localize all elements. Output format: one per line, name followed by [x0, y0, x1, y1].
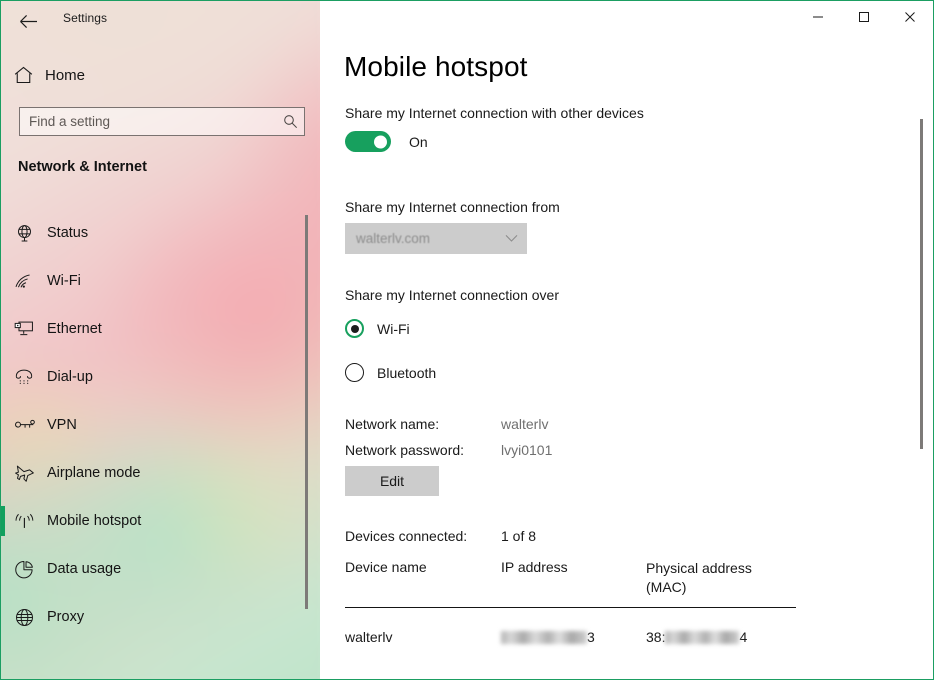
cell-physical-address: 38: 4 — [646, 629, 747, 645]
airplane-icon — [1, 464, 47, 483]
share-from-label: Share my Internet connection from — [345, 199, 560, 215]
sidebar-scrollbar[interactable] — [305, 215, 308, 609]
selection-indicator — [1, 506, 5, 536]
dialup-phone-icon — [1, 368, 47, 386]
radio-button-selected — [345, 319, 364, 338]
pie-chart-icon — [1, 560, 47, 579]
sidebar-item-status-label: Status — [47, 225, 89, 241]
back-arrow-icon[interactable] — [13, 7, 43, 35]
devices-table: Device name IP address Physical address … — [345, 559, 796, 661]
toggle-thumb — [374, 135, 387, 148]
network-password-value: lvyi0101 — [501, 442, 553, 458]
edit-button[interactable]: Edit — [345, 466, 439, 496]
share-connection-toggle[interactable] — [345, 131, 391, 152]
sidebar-item-home-label: Home — [45, 66, 86, 84]
cell-ip-suffix: 3 — [587, 629, 595, 645]
maximize-button[interactable] — [841, 1, 887, 32]
network-name-key: Network name: — [345, 416, 440, 432]
sidebar-item-dialup-label: Dial-up — [47, 369, 93, 385]
network-name-row: Network name: walterlv — [345, 416, 548, 432]
radio-option-wifi-label: Wi-Fi — [377, 320, 410, 337]
redacted-mac-icon — [665, 630, 740, 644]
app-title: Settings — [63, 11, 108, 25]
window-controls — [795, 1, 933, 33]
cell-device-name: walterlv — [345, 629, 393, 645]
chevron-down-icon — [495, 234, 527, 243]
share-connection-label: Share my Internet connection with other … — [345, 105, 644, 121]
share-from-dropdown[interactable]: walterlv.com — [345, 223, 527, 254]
sidebar-item-proxy-label: Proxy — [47, 609, 85, 625]
radio-dot — [350, 324, 359, 333]
sidebar-nav-list: Status Wi-Fi Ethernet Dial-up VPN Airpla… — [1, 209, 301, 641]
main-content: Mobile hotspot Share my Internet connect… — [320, 1, 933, 679]
share-from-value: walterlv.com — [356, 231, 431, 246]
sidebar: Settings Home Find a setting Network & I… — [1, 1, 320, 679]
cell-mac-suffix: 4 — [739, 629, 748, 645]
sidebar-item-ethernet[interactable]: Ethernet — [1, 305, 301, 353]
column-header-physical-address: Physical address (MAC) — [646, 560, 752, 595]
cell-mac-prefix: 38: — [646, 629, 666, 645]
network-password-key: Network password: — [345, 442, 465, 458]
radio-button-unselected — [345, 363, 364, 382]
sidebar-section-title: Network & Internet — [18, 159, 147, 175]
ethernet-icon — [1, 320, 47, 338]
column-header-ip-address: IP address — [501, 559, 568, 575]
close-button[interactable] — [887, 1, 933, 32]
search-icon — [276, 114, 304, 129]
share-connection-toggle-row: On — [345, 131, 428, 152]
sidebar-item-dialup[interactable]: Dial-up — [1, 353, 301, 401]
sidebar-item-mobile-hotspot-label: Mobile hotspot — [47, 513, 142, 529]
share-over-label: Share my Internet connection over — [345, 287, 560, 303]
sidebar-item-proxy[interactable]: Proxy — [1, 593, 301, 641]
devices-connected-value: 1 of 8 — [501, 528, 537, 544]
vpn-key-icon — [1, 418, 47, 432]
titlebar-left: Settings — [1, 1, 320, 41]
page-title: Mobile hotspot — [344, 51, 528, 82]
cell-ip-address: 3 — [501, 629, 595, 645]
sidebar-item-wifi-label: Wi-Fi — [47, 273, 81, 289]
sidebar-item-airplane-mode-label: Airplane mode — [47, 465, 141, 481]
search-input-text: Find a setting — [29, 114, 111, 129]
content-scrollbar[interactable] — [920, 119, 923, 449]
table-divider — [345, 607, 796, 608]
redacted-ip-icon — [501, 630, 587, 644]
sidebar-item-wifi[interactable]: Wi-Fi — [1, 257, 301, 305]
sidebar-item-ethernet-label: Ethernet — [47, 321, 102, 337]
radio-option-bluetooth-label: Bluetooth — [377, 364, 437, 381]
devices-connected-key: Devices connected: — [345, 528, 468, 544]
sidebar-item-status[interactable]: Status — [1, 209, 301, 257]
sidebar-item-mobile-hotspot[interactable]: Mobile hotspot — [1, 497, 301, 545]
search-input[interactable]: Find a setting — [19, 107, 305, 136]
column-header-device-name: Device name — [345, 559, 427, 575]
home-icon — [1, 66, 45, 84]
wifi-icon — [1, 273, 47, 290]
sidebar-item-vpn[interactable]: VPN — [1, 401, 301, 449]
globe-icon — [1, 608, 47, 627]
radio-option-wifi[interactable]: Wi-Fi — [345, 319, 410, 338]
sidebar-item-data-usage[interactable]: Data usage — [1, 545, 301, 593]
network-name-value: walterlv — [501, 416, 549, 432]
sidebar-item-data-usage-label: Data usage — [47, 561, 122, 577]
globe-monitor-icon — [1, 224, 47, 243]
radio-option-bluetooth[interactable]: Bluetooth — [345, 363, 436, 382]
sidebar-item-airplane-mode[interactable]: Airplane mode — [1, 449, 301, 497]
toggle-state-label: On — [409, 133, 428, 150]
minimize-button[interactable] — [795, 1, 841, 32]
hotspot-icon — [1, 513, 47, 530]
sidebar-item-vpn-label: VPN — [47, 417, 77, 433]
devices-table-header: Device name IP address Physical address … — [345, 559, 796, 608]
settings-window: Settings Home Find a setting Network & I… — [0, 0, 934, 680]
sidebar-item-home[interactable]: Home — [1, 59, 301, 91]
table-row: walterlv 3 38: 4 — [345, 621, 796, 661]
network-password-row: Network password: lvyi0101 — [345, 442, 552, 458]
devices-connected-row: Devices connected: 1 of 8 — [345, 528, 536, 544]
